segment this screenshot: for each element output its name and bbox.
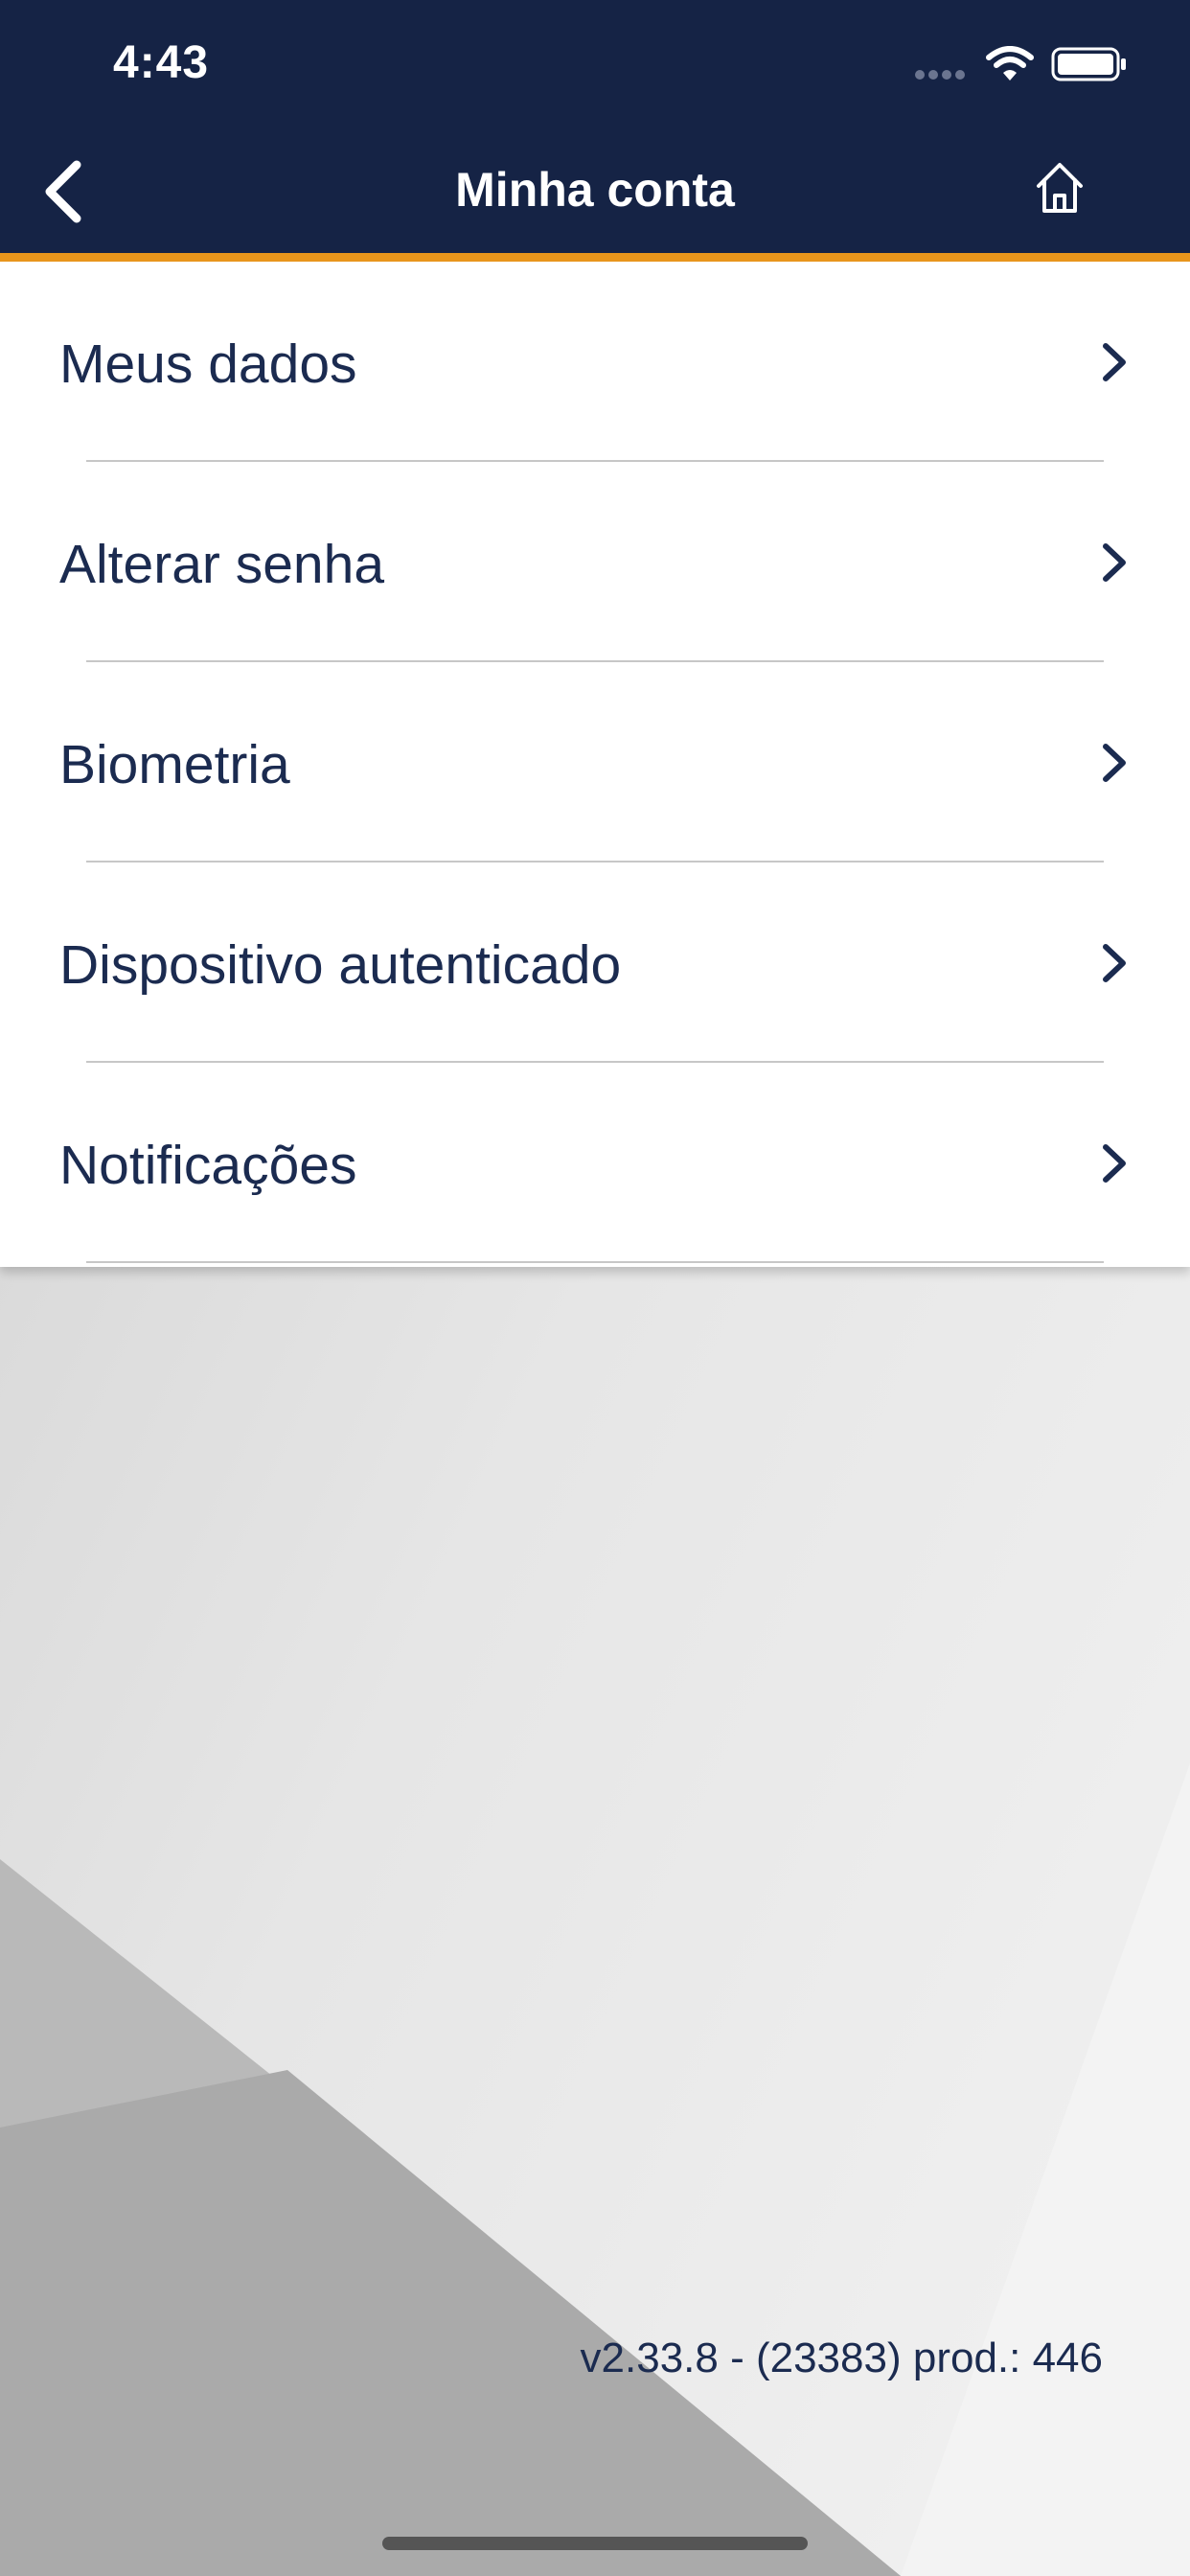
menu-item-label: Biometria xyxy=(59,734,290,795)
battery-icon xyxy=(1051,47,1126,81)
menu-item-meus-dados[interactable]: Meus dados xyxy=(0,262,1190,462)
menu-item-dispositivo-autenticado[interactable]: Dispositivo autenticado xyxy=(0,862,1190,1063)
cellular-signal-icon xyxy=(915,67,971,80)
app-version: v2.33.8 - (23383) prod.: 446 xyxy=(580,2334,1103,2381)
wifi-icon xyxy=(986,46,1034,80)
account-menu: Meus dados Alterar senha Biometria Dispo… xyxy=(0,262,1190,1267)
menu-item-alterar-senha[interactable]: Alterar senha xyxy=(0,462,1190,662)
divider xyxy=(86,1261,1104,1263)
home-indicator[interactable] xyxy=(382,2537,808,2550)
menu-item-notificacoes[interactable]: Notificações xyxy=(0,1063,1190,1263)
chevron-right-icon xyxy=(1103,543,1126,582)
chevron-right-icon xyxy=(1103,1144,1126,1183)
menu-item-label: Notificações xyxy=(59,1135,357,1196)
status-time: 4:43 xyxy=(113,37,210,88)
menu-item-label: Alterar senha xyxy=(59,534,385,595)
header-accent-bar xyxy=(0,253,1190,262)
chevron-right-icon xyxy=(1103,944,1126,982)
menu-item-label: Dispositivo autenticado xyxy=(59,934,622,996)
chevron-right-icon xyxy=(1103,343,1126,381)
page-title: Minha conta xyxy=(455,163,735,217)
menu-item-biometria[interactable]: Biometria xyxy=(0,662,1190,862)
menu-item-label: Meus dados xyxy=(59,334,357,395)
home-icon[interactable] xyxy=(1031,157,1088,218)
app-header: 4:43 Minha conta xyxy=(0,0,1190,253)
chevron-right-icon xyxy=(1103,744,1126,782)
